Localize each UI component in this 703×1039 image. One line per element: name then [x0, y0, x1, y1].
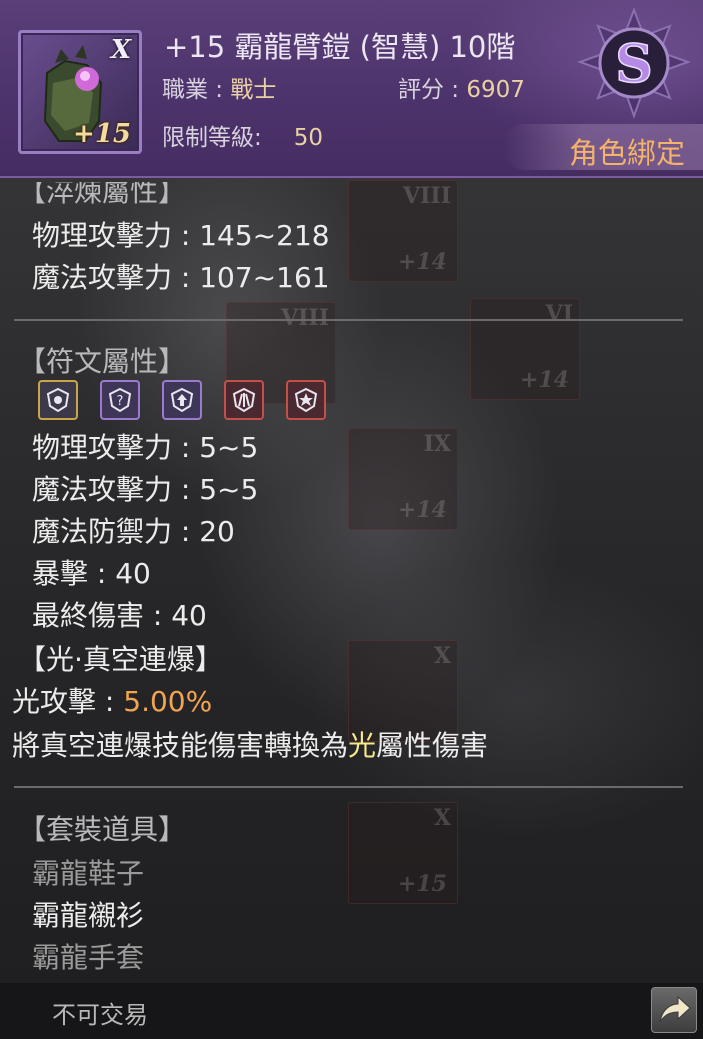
rune-slot[interactable]	[224, 380, 264, 420]
special-attack-label: 光攻擊 :	[12, 685, 124, 718]
special-attack-value: 5.00%	[123, 685, 213, 718]
job-field: 職業 : 戰士	[162, 70, 276, 104]
background-slot: VIII +14	[348, 180, 458, 282]
set-items-header: 【套裝道具】	[18, 813, 187, 846]
share-button[interactable]	[651, 987, 697, 1033]
trade-status: 不可交易	[52, 1001, 148, 1029]
svg-text:?: ?	[117, 394, 124, 409]
special-description: 將真空連爆技能傷害轉換為光屬性傷害	[12, 724, 488, 764]
background-slot: X +15	[348, 802, 458, 904]
background-slot: VI +14	[470, 298, 580, 400]
score-field: 評分 : 6907	[398, 70, 525, 104]
score-value: 6907	[466, 77, 525, 103]
grade-letter: S	[615, 34, 653, 95]
rune-attr-stat: 最終傷害 : 40	[32, 599, 207, 632]
rune-slot[interactable]	[162, 380, 202, 420]
bound-status-label: 角色綁定	[568, 136, 685, 170]
rune-attr-header: 【符文屬性】	[18, 345, 187, 378]
level-value: 50	[293, 125, 324, 151]
background-slot: IX +14	[348, 428, 458, 530]
bound-status-badge: 角色綁定	[503, 124, 703, 170]
random-attr-stat: 魔法攻擊力 : 107~161	[32, 261, 330, 294]
tooltip-footer: 不可交易	[0, 983, 703, 1039]
special-desc-suffix: 屬性傷害	[376, 729, 489, 762]
question-rune-icon: ?	[108, 387, 132, 413]
rune-attr-stat: 暴擊 : 40	[32, 557, 151, 590]
rune-attr-stat: 魔法防禦力 : 20	[32, 515, 235, 548]
job-label: 職業 :	[162, 77, 231, 103]
special-desc-highlight: 光	[348, 729, 377, 762]
score-label: 評分 :	[398, 77, 467, 103]
item-icon: X +15	[18, 30, 142, 154]
claw-rune-icon	[232, 387, 256, 413]
set-item: 霸龍手套	[32, 941, 145, 974]
item-tooltip-header: X +15 +15 霸龍臂鎧 (智慧) 10階 職業 : 戰士 評分 : 690…	[0, 0, 703, 178]
special-effect-header: 【光·真空連爆】	[18, 643, 223, 676]
burst-rune-icon	[294, 387, 318, 413]
rune-slot[interactable]: ?	[100, 380, 140, 420]
shield-rune-icon	[46, 387, 70, 413]
rune-attr-stat: 魔法攻擊力 : 5~5	[32, 473, 259, 506]
item-title: +15 霸龍臂鎧 (智慧) 10階	[164, 30, 516, 64]
rune-slot[interactable]	[38, 380, 78, 420]
level-field: 限制等級: 50	[162, 118, 323, 152]
item-enhance-label: +15	[73, 119, 131, 149]
section-divider	[14, 786, 683, 788]
set-item: 霸龍鞋子	[32, 857, 145, 890]
share-arrow-icon	[659, 995, 691, 1023]
job-value: 戰士	[230, 77, 277, 103]
rune-slot[interactable]	[286, 380, 326, 420]
set-item: 霸龍襯衫	[32, 899, 145, 932]
level-label: 限制等級:	[162, 125, 262, 151]
up-arrow-rune-icon	[170, 387, 194, 413]
item-rank-label: X	[110, 35, 131, 65]
random-attr-stat: 物理攻擊力 : 145~218	[32, 219, 330, 252]
rune-attr-stat: 物理攻擊力 : 5~5	[32, 431, 259, 464]
grade-s-emblem: S	[577, 7, 691, 119]
special-desc-prefix: 將真空連爆技能傷害轉換為	[12, 729, 349, 762]
section-divider	[14, 319, 683, 321]
special-attack-line: 光攻擊 : 5.00%	[12, 680, 212, 720]
